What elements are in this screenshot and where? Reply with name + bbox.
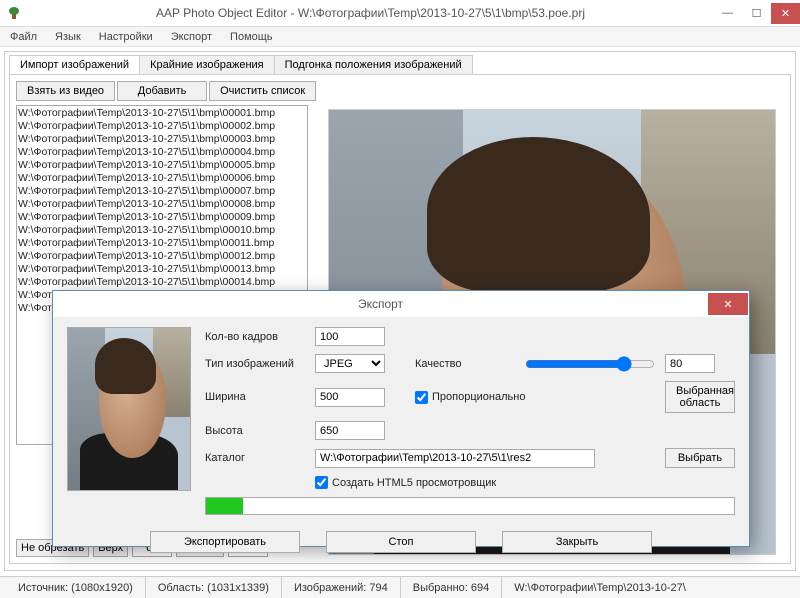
type-select[interactable]: JPEG <box>315 354 385 373</box>
quality-slider[interactable] <box>525 356 655 372</box>
html5-label: Создать HTML5 просмотровщик <box>332 477 496 489</box>
frames-input[interactable] <box>315 327 385 346</box>
quality-input[interactable] <box>665 354 715 373</box>
export-close-button[interactable]: ✕ <box>708 293 748 315</box>
catalog-input[interactable] <box>315 449 595 468</box>
choose-button[interactable]: Выбрать <box>665 448 735 468</box>
export-form: Кол-во кадров Тип изображений JPEG Качес… <box>205 327 735 515</box>
html5-checkbox[interactable] <box>315 476 328 489</box>
stop-button[interactable]: Стоп <box>326 531 476 553</box>
export-titlebar: Экспорт ✕ <box>53 291 749 317</box>
selected-area-button[interactable]: Выбранная область <box>665 381 735 413</box>
quality-label: Качество <box>415 358 515 370</box>
width-input[interactable] <box>315 388 385 407</box>
tab-import[interactable]: Импорт изображений <box>9 55 140 74</box>
catalog-label: Каталог <box>205 452 305 464</box>
type-label: Тип изображений <box>205 358 305 370</box>
width-label: Ширина <box>205 391 305 403</box>
export-thumbnail <box>67 327 191 491</box>
proportional-label: Пропорционально <box>432 391 525 403</box>
export-button-row: Экспортировать Стоп Закрыть <box>53 525 749 563</box>
proportional-checkbox[interactable] <box>415 391 428 404</box>
height-label2: Высота <box>205 425 305 437</box>
export-title: Экспорт <box>53 297 708 311</box>
export-dialog: Экспорт ✕ Кол-во кадров Тип изображений … <box>52 290 750 547</box>
export-progress <box>205 497 735 515</box>
close-dialog-button[interactable]: Закрыть <box>502 531 652 553</box>
frames-label: Кол-во кадров <box>205 331 305 343</box>
height-input2[interactable] <box>315 421 385 440</box>
export-button[interactable]: Экспортировать <box>150 531 300 553</box>
